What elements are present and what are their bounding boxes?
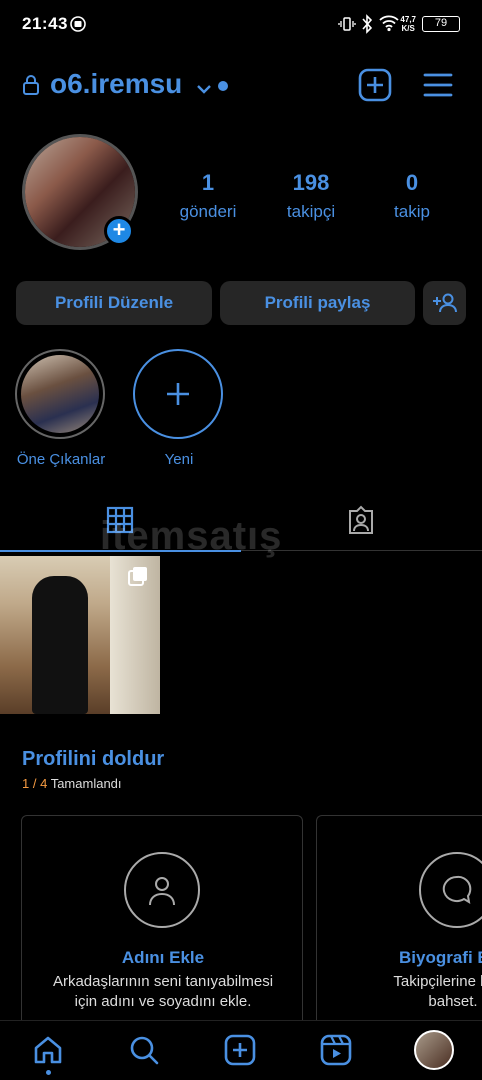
card-title: Adını Ekle — [121, 948, 205, 967]
screen-record-icon — [70, 16, 86, 37]
card-desc: Arkadaşlarının seni tanıyabilmesi için a… — [52, 973, 274, 1010]
highlight-new[interactable]: Yeni — [133, 349, 225, 468]
status-time: 21:43 — [22, 14, 68, 33]
hamburger-icon — [423, 73, 453, 97]
post-figure — [32, 576, 88, 714]
username: o6.iremsu — [50, 68, 183, 99]
nav-search[interactable] — [128, 1034, 160, 1071]
network-speed: 47,7 K/S — [400, 15, 416, 33]
lock-icon — [22, 74, 40, 101]
post-thumbnail[interactable] — [0, 556, 160, 714]
person-circle-icon — [124, 852, 200, 928]
edit-profile-button[interactable]: Profili Düzenle — [16, 281, 212, 325]
add-story-icon[interactable]: + — [104, 216, 134, 246]
stat-followers[interactable]: 198 takipçi — [256, 170, 366, 222]
tab-tagged[interactable] — [346, 505, 376, 540]
card-desc: Takipçilerine biraz bahset. — [393, 973, 482, 1010]
card-title: Biyografi E — [399, 948, 482, 967]
stat-following[interactable]: 0 takip — [357, 170, 467, 222]
chevron-down-icon — [196, 70, 212, 102]
stat-posts[interactable]: 1 gönderi — [153, 170, 263, 222]
menu-button[interactable] — [422, 70, 454, 105]
discover-people-button[interactable] — [423, 281, 466, 325]
active-dot — [46, 1070, 51, 1075]
add-person-icon — [432, 293, 457, 313]
nav-profile-avatar[interactable] — [414, 1030, 454, 1070]
new-highlight-circle — [133, 349, 223, 439]
complete-profile-title: Profilini doldur — [22, 748, 165, 770]
plus-square-icon — [224, 1034, 256, 1066]
vibrate-icon — [338, 15, 356, 38]
highlight-featured[interactable]: Öne Çıkanlar — [15, 349, 107, 468]
status-bar: 21:43 47,7 K/S 79 — [0, 0, 482, 48]
card-add-name[interactable]: Adını Ekle Arkadaşlarının seni tanıyabil… — [21, 815, 303, 1035]
highlight-cover — [15, 349, 105, 439]
battery-indicator: 79 — [422, 16, 460, 32]
nav-create[interactable] — [224, 1034, 256, 1071]
speech-bubble-icon — [419, 852, 482, 928]
complete-profile-progress: 1 / 4 Tamamlandı — [22, 776, 122, 791]
account-switcher[interactable]: o6.iremsu — [50, 68, 212, 102]
nav-home[interactable] — [32, 1034, 64, 1071]
bluetooth-icon — [360, 14, 374, 39]
home-icon — [34, 1036, 62, 1064]
notification-dot — [218, 81, 228, 91]
reels-icon — [320, 1034, 352, 1066]
watermark: itemsatış — [100, 514, 283, 558]
search-icon — [130, 1036, 159, 1065]
wifi-icon — [378, 14, 400, 37]
create-button[interactable] — [358, 68, 392, 107]
tagged-person-icon — [349, 505, 373, 534]
plus-square-icon — [358, 68, 392, 102]
multiple-posts-icon — [128, 566, 148, 591]
card-add-bio[interactable]: Biyografi E Takipçilerine biraz bahset. — [316, 815, 482, 1035]
plus-icon — [167, 383, 189, 405]
nav-reels[interactable] — [320, 1034, 352, 1071]
share-profile-button[interactable]: Profili paylaş — [220, 281, 415, 325]
